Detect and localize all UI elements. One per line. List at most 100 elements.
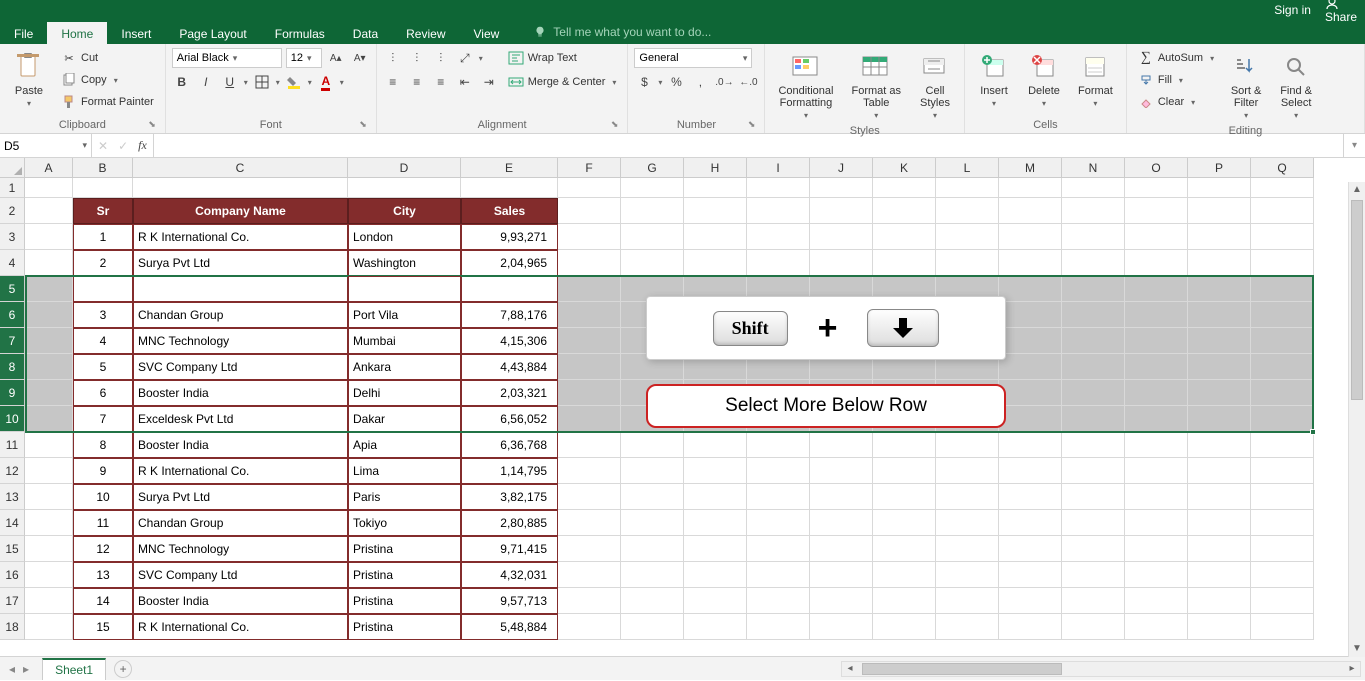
scroll-left-icon[interactable]: ◂: [842, 663, 858, 674]
underline-button[interactable]: U: [220, 72, 240, 92]
cell[interactable]: [1062, 510, 1125, 536]
increase-decimal-icon[interactable]: .0→: [714, 72, 734, 92]
col-header-C[interactable]: C: [133, 158, 348, 178]
format-painter-button[interactable]: Format Painter: [56, 92, 159, 112]
cell[interactable]: [1062, 224, 1125, 250]
horizontal-scrollbar[interactable]: ◂ ▸: [841, 661, 1361, 677]
table-row[interactable]: 6,56,052: [461, 406, 558, 432]
table-row[interactable]: Booster India: [133, 432, 348, 458]
cell[interactable]: [684, 562, 747, 588]
row-header-10[interactable]: 10: [0, 406, 25, 432]
fx-icon[interactable]: fx: [138, 138, 147, 153]
cell[interactable]: [558, 250, 621, 276]
col-header-K[interactable]: K: [873, 158, 936, 178]
table-row[interactable]: 9: [73, 458, 133, 484]
cell[interactable]: [621, 536, 684, 562]
cell[interactable]: [1188, 178, 1251, 198]
cell[interactable]: [999, 276, 1062, 302]
row-header-8[interactable]: 8: [0, 354, 25, 380]
table-row[interactable]: Booster India: [133, 588, 348, 614]
table-row[interactable]: Surya Pvt Ltd: [133, 250, 348, 276]
table-row[interactable]: Apia: [348, 432, 461, 458]
cell[interactable]: [684, 536, 747, 562]
cell[interactable]: [999, 484, 1062, 510]
table-row[interactable]: 12: [73, 536, 133, 562]
cell[interactable]: [999, 588, 1062, 614]
cell[interactable]: [999, 224, 1062, 250]
cell[interactable]: [1125, 562, 1188, 588]
table-row[interactable]: Chandan Group: [133, 302, 348, 328]
cell[interactable]: [1125, 614, 1188, 640]
cell[interactable]: [873, 224, 936, 250]
cell[interactable]: [1125, 432, 1188, 458]
table-row[interactable]: 2,04,965: [461, 250, 558, 276]
row-header-17[interactable]: 17: [0, 588, 25, 614]
table-row[interactable]: 15: [73, 614, 133, 640]
cell[interactable]: [558, 432, 621, 458]
header-company[interactable]: Company Name: [133, 198, 348, 224]
cell[interactable]: [936, 484, 999, 510]
table-row[interactable]: [461, 276, 558, 302]
cell[interactable]: [1188, 588, 1251, 614]
name-box[interactable]: D5▾: [0, 134, 92, 157]
cell[interactable]: [1251, 458, 1314, 484]
cell[interactable]: [747, 614, 810, 640]
cell[interactable]: [1125, 536, 1188, 562]
format-cells-button[interactable]: Format▾: [1071, 48, 1120, 111]
row-header-6[interactable]: 6: [0, 302, 25, 328]
italic-button[interactable]: I: [196, 72, 216, 92]
cell[interactable]: [621, 510, 684, 536]
table-row[interactable]: Ankara: [348, 354, 461, 380]
cell[interactable]: [1251, 276, 1314, 302]
cell[interactable]: [1188, 224, 1251, 250]
table-row[interactable]: 4: [73, 328, 133, 354]
align-left-icon[interactable]: ≡: [383, 72, 403, 92]
cell[interactable]: [936, 224, 999, 250]
cell[interactable]: [684, 250, 747, 276]
cell[interactable]: [1188, 250, 1251, 276]
row-header-4[interactable]: 4: [0, 250, 25, 276]
col-header-B[interactable]: B: [73, 158, 133, 178]
cell[interactable]: [558, 302, 621, 328]
table-row[interactable]: MNC Technology: [133, 536, 348, 562]
tell-me-search[interactable]: Tell me what you want to do...: [513, 20, 1365, 44]
table-row[interactable]: Washington: [348, 250, 461, 276]
cell[interactable]: [747, 224, 810, 250]
cell[interactable]: [558, 536, 621, 562]
cell[interactable]: [810, 224, 873, 250]
find-select-button[interactable]: Find & Select▾: [1273, 48, 1319, 123]
header-sales[interactable]: Sales: [461, 198, 558, 224]
cell[interactable]: [1188, 458, 1251, 484]
cell[interactable]: [1125, 198, 1188, 224]
cell[interactable]: [747, 458, 810, 484]
row-header-11[interactable]: 11: [0, 432, 25, 458]
cell[interactable]: [1188, 536, 1251, 562]
conditional-formatting-button[interactable]: Conditional Formatting▾: [771, 48, 840, 123]
cell[interactable]: [1062, 328, 1125, 354]
table-row[interactable]: 6: [73, 380, 133, 406]
cell[interactable]: [621, 484, 684, 510]
cell[interactable]: [936, 536, 999, 562]
row-header-1[interactable]: 1: [0, 178, 25, 198]
col-header-D[interactable]: D: [348, 158, 461, 178]
cell[interactable]: [1251, 302, 1314, 328]
cell[interactable]: [1251, 198, 1314, 224]
cell[interactable]: [747, 510, 810, 536]
cell[interactable]: [25, 588, 73, 614]
row-header-5[interactable]: 5: [0, 276, 25, 302]
font-name-combo[interactable]: Arial Black▾: [172, 48, 282, 68]
autosum-button[interactable]: ∑AutoSum▾: [1133, 48, 1219, 68]
cell[interactable]: [1125, 276, 1188, 302]
cell-styles-button[interactable]: Cell Styles▾: [912, 48, 958, 123]
cell[interactable]: [999, 458, 1062, 484]
cell[interactable]: [1188, 302, 1251, 328]
cell[interactable]: [1251, 380, 1314, 406]
row-header-13[interactable]: 13: [0, 484, 25, 510]
cell[interactable]: [1251, 406, 1314, 432]
cell[interactable]: [1125, 484, 1188, 510]
scroll-thumb-h[interactable]: [862, 663, 1062, 675]
row-header-14[interactable]: 14: [0, 510, 25, 536]
clipboard-launcher[interactable]: ⬊: [145, 118, 159, 131]
table-row[interactable]: London: [348, 224, 461, 250]
table-row[interactable]: Mumbai: [348, 328, 461, 354]
